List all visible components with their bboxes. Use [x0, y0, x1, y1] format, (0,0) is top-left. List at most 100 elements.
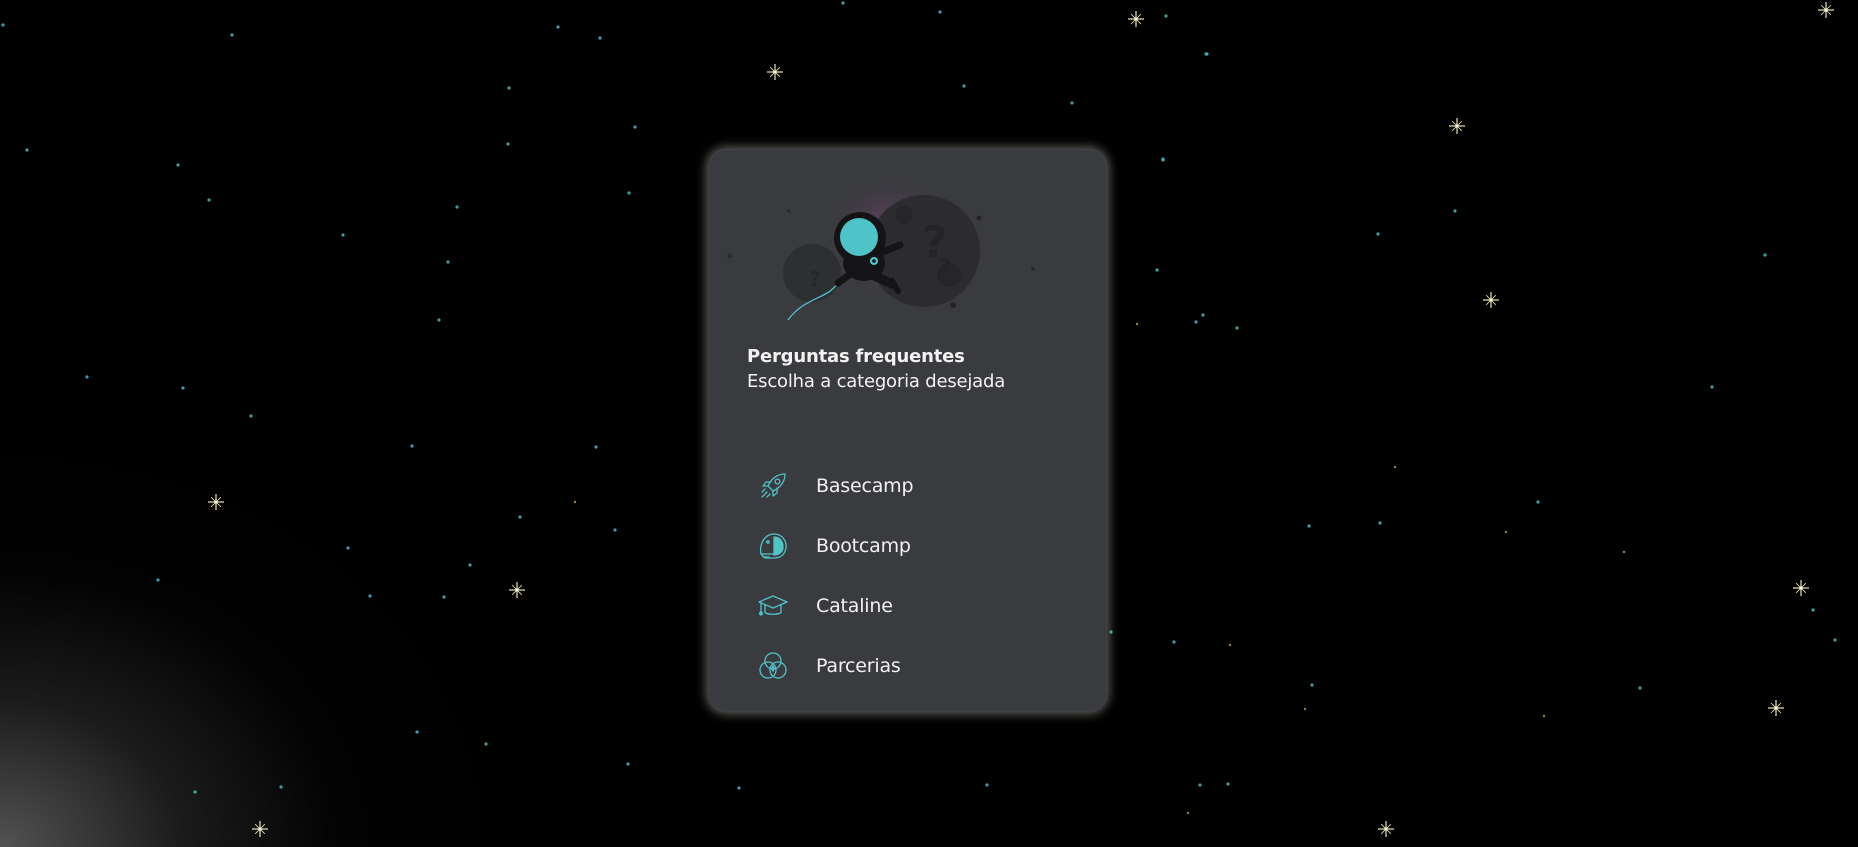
star-dot: [1161, 157, 1165, 161]
star-dot: [1070, 101, 1074, 105]
star-dot: [507, 86, 511, 90]
star-dot: [1310, 683, 1314, 687]
astronaut-illustration: ? ? ?: [727, 175, 1035, 321]
star-sparkle: [208, 494, 224, 510]
star-dot: [938, 10, 942, 14]
star-dot: [1710, 385, 1714, 389]
star-dot: [207, 198, 211, 202]
star-sparkle: [1483, 292, 1499, 308]
star-dot: [176, 163, 180, 167]
star-dot: [1205, 52, 1209, 56]
star-dot: [1135, 322, 1139, 326]
category-parcerias[interactable]: Parcerias: [757, 636, 1077, 696]
star-dot: [737, 786, 741, 790]
star-dot: [1536, 500, 1540, 504]
star-dot: [25, 148, 29, 152]
star-dot: [1638, 686, 1642, 690]
category-cataline[interactable]: Cataline: [757, 576, 1077, 636]
category-label: Basecamp: [816, 475, 914, 497]
star-dot: [249, 414, 253, 418]
category-label: Cataline: [816, 595, 893, 617]
star-sparkle: [1449, 118, 1465, 134]
page-title: Perguntas frequentes: [747, 346, 965, 367]
svg-text:?: ?: [809, 267, 821, 291]
star-dot: [193, 790, 197, 794]
star-dot: [1235, 326, 1239, 330]
graduation-cap-icon: [757, 590, 789, 622]
star-dot: [841, 1, 845, 5]
star-dot: [415, 730, 419, 734]
star-dot: [1378, 521, 1382, 525]
star-dot: [341, 233, 345, 237]
star-dot: [484, 742, 488, 746]
star-dot: [181, 386, 185, 390]
star-dot: [1303, 707, 1307, 711]
star-dot: [1811, 608, 1815, 612]
category-bootcamp[interactable]: Bootcamp: [757, 516, 1077, 576]
star-dot: [1453, 209, 1457, 213]
star-sparkle: [509, 582, 525, 598]
star-dot: [594, 445, 598, 449]
star-dot: [1226, 782, 1230, 786]
star-dot: [230, 33, 234, 37]
star-dot: [985, 783, 989, 787]
star-dot: [626, 762, 630, 766]
star-dot: [1, 23, 5, 27]
star-dot: [1376, 232, 1380, 236]
star-sparkle: [252, 821, 268, 837]
category-basecamp[interactable]: Basecamp: [757, 456, 1077, 516]
star-dot: [442, 595, 446, 599]
star-dot: [1155, 268, 1159, 272]
category-list: Basecamp Bootcamp Cataline Parcerias: [757, 456, 1077, 696]
star-dot: [1172, 640, 1176, 644]
faq-card: ? ? ? Perguntas frequentes Escolha a cat…: [708, 149, 1107, 712]
star-dot: [1186, 811, 1190, 815]
star-dot: [368, 594, 372, 598]
star-sparkle: [1768, 700, 1784, 716]
star-dot: [1833, 638, 1837, 642]
star-dot: [962, 84, 966, 88]
partnership-circles-icon: [757, 650, 789, 682]
star-dot: [1201, 313, 1205, 317]
star-dot: [1307, 524, 1311, 528]
category-label: Bootcamp: [816, 535, 911, 557]
star-dot: [1109, 630, 1113, 634]
category-label: Parcerias: [816, 655, 901, 677]
star-dot: [468, 563, 472, 567]
faq-heading: Perguntas frequentes Escolha a categoria…: [747, 345, 1005, 394]
star-dot: [437, 318, 441, 322]
star-dot: [1763, 253, 1767, 257]
star-dot: [1228, 643, 1232, 647]
star-dot: [1504, 530, 1508, 534]
star-sparkle: [1378, 821, 1394, 837]
star-dot: [1164, 14, 1168, 18]
star-dot: [346, 546, 350, 550]
star-sparkle: [1128, 11, 1144, 27]
star-dot: [1622, 550, 1626, 554]
astronaut-helmet-icon: [757, 530, 789, 562]
star-dot: [556, 25, 560, 29]
star-dot: [1542, 714, 1546, 718]
space-background: ? ? ? Perguntas frequentes Escolha a cat…: [0, 0, 1858, 847]
rocket-icon: [757, 470, 789, 502]
star-sparkle: [767, 64, 783, 80]
star-dot: [446, 260, 450, 264]
star-dot: [627, 191, 631, 195]
star-dot: [506, 142, 510, 146]
star-dot: [518, 515, 522, 519]
star-dot: [156, 578, 160, 582]
star-dot: [455, 205, 459, 209]
star-sparkle: [1818, 2, 1834, 18]
star-dot: [1393, 465, 1397, 469]
star-dot: [279, 785, 283, 789]
star-sparkle: [1793, 580, 1809, 596]
star-dot: [633, 125, 637, 129]
page-subtitle: Escolha a categoria desejada: [747, 371, 1006, 392]
star-dot: [613, 528, 617, 532]
star-dot: [85, 375, 89, 379]
svg-text:?: ?: [938, 256, 951, 281]
star-dot: [573, 500, 577, 504]
star-dot: [1198, 783, 1202, 787]
star-dot: [410, 444, 414, 448]
star-dot: [1194, 320, 1198, 324]
